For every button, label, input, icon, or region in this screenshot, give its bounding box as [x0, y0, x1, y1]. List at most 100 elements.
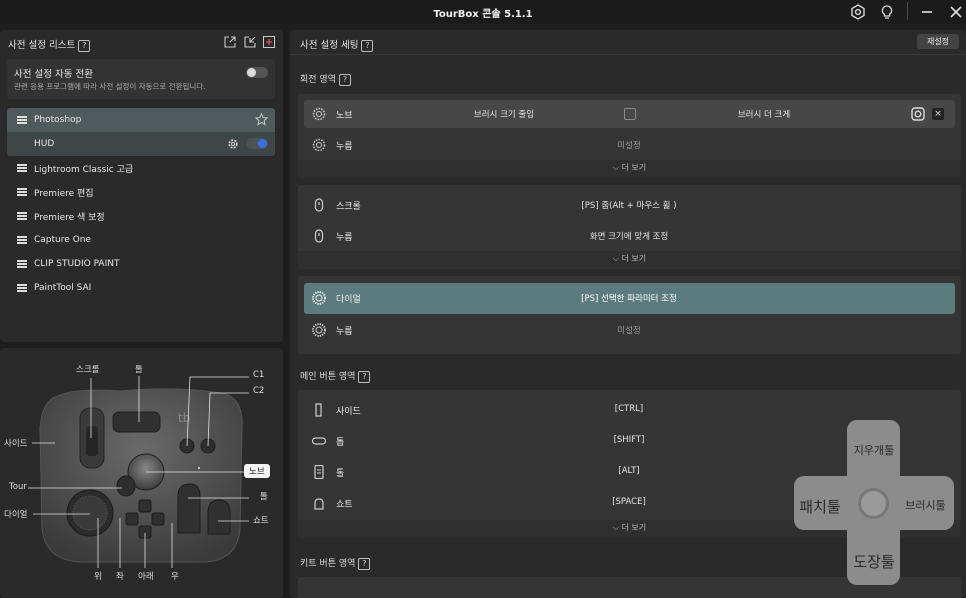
preset-item-clip-studio[interactable]: CLIP STUDIO PAINT [7, 252, 275, 276]
kit-buttons-section-title: 키트 버튼 영역? [300, 556, 371, 570]
preset-item-lightroom[interactable]: Lightroom Classic 고급 [7, 156, 275, 180]
reset-button[interactable]: 재설정 [917, 34, 959, 49]
help-icon[interactable]: ? [358, 557, 371, 570]
label-knob: 노브 [244, 464, 270, 478]
dial-group: 다이얼 [PS] 선택한 파라미터 조정 누름 미설정 [298, 276, 961, 354]
preset-label: Premiere 편집 [34, 188, 94, 199]
link-icon[interactable] [624, 108, 636, 120]
preset-list-panel: 사전 설정 리스트? 사전 설정 자동 전환 관련 응용 프로그램에 따라 사전… [0, 30, 283, 342]
main-buttons-section-title: 메인 버튼 영역? [300, 369, 371, 383]
help-icon[interactable]: ? [358, 370, 371, 383]
hud-toggle[interactable] [246, 138, 268, 149]
settings-icon[interactable] [848, 2, 868, 22]
row-label: 쇼트 [336, 500, 353, 510]
label-dial: 다이얼 [4, 510, 28, 520]
menu-icon [17, 212, 27, 220]
preset-label: HUD [34, 139, 55, 149]
preset-item-painttool-sai[interactable]: PaintTool SAI [7, 276, 275, 300]
gear-icon[interactable] [227, 138, 239, 153]
knob-left-action[interactable]: 브러시 크기 줄임 [434, 108, 574, 120]
close-icon[interactable] [946, 2, 966, 22]
menu-icon [17, 260, 27, 268]
dpad-right-label[interactable]: 브러시툴 [897, 497, 954, 513]
preset-item-hud[interactable]: HUD [7, 132, 275, 156]
dial-icon [312, 323, 326, 337]
preset-label: CLIP STUDIO PAINT [34, 259, 120, 269]
preset-list: Photoshop HUD Lightroom Classic 고급 Premi… [7, 108, 275, 300]
row-value[interactable]: [SHIFT] [569, 435, 689, 445]
preset-list-header: 사전 설정 리스트? [8, 37, 91, 52]
row-value[interactable]: [PS] 줌(Alt + 마우스 휠 ) [529, 199, 729, 211]
dial-press-row[interactable]: 누름 미설정 [304, 316, 955, 344]
preset-item-premiere-color[interactable]: Premiere 색 보정 [7, 204, 275, 228]
row-value[interactable]: [SPACE] [569, 497, 689, 507]
preset-label: Premiere 색 보정 [34, 212, 105, 223]
label-down: 아래 [138, 572, 154, 582]
dial-icon [312, 291, 326, 305]
auto-switch-title: 사전 설정 자동 전환 [14, 69, 93, 80]
help-icon[interactable]: ? [361, 39, 374, 52]
dpad-down-label[interactable]: 도장툴 [842, 551, 906, 572]
side-button-icon [312, 403, 326, 417]
row-label: 사이드 [336, 407, 361, 417]
tall-button-icon [312, 464, 326, 480]
preset-item-premiere-edit[interactable]: Premiere 편집 [7, 180, 275, 204]
help-icon[interactable]: ? [78, 39, 91, 52]
dial-row[interactable]: 다이얼 [PS] 선택한 파라미터 조정 [304, 283, 955, 314]
row-value[interactable]: [CTRL] [569, 404, 689, 414]
top-button-icon [311, 434, 327, 448]
label-tour: Tour [9, 482, 27, 492]
scroll-wheel-icon [312, 229, 326, 243]
auto-switch-subtitle: 관련 응용 프로그램에 따라 사전 설정이 자동으로 전환됩니다. [14, 82, 206, 91]
dpad-up-label[interactable]: 지우개툴 [844, 442, 904, 458]
preset-item-photoshop[interactable]: Photoshop [7, 108, 275, 132]
knob-icon [312, 138, 326, 152]
label-side: 사이드 [4, 439, 28, 449]
app-title: TourBox 콘솔 5.1.1 [433, 9, 533, 20]
knob-right-action[interactable]: 브러시 더 크게 [694, 108, 834, 120]
instagram-icon[interactable] [911, 107, 925, 124]
title-bar: TourBox 콘솔 5.1.1 [0, 0, 966, 24]
label-short: 쇼트 [253, 516, 269, 526]
device-diagram-panel: tb 스크롤 톨 C1 C2 사이드 노브 Tour 다이얼 톨 쇼트 위 좌 … [0, 348, 283, 598]
row-label: 톱 [336, 438, 345, 448]
menu-icon [17, 164, 27, 172]
auto-switch-toggle[interactable] [246, 67, 268, 78]
lightbulb-icon[interactable] [877, 2, 897, 22]
label-up: 위 [94, 572, 102, 582]
knob-press-row[interactable]: 누름 미설정 [304, 131, 955, 159]
tourbox-device-illustration: tb [28, 376, 249, 568]
knob-row[interactable]: 노브 브러시 크기 줄임 브러시 더 크게 × [304, 100, 955, 128]
row-value[interactable]: [ALT] [569, 466, 689, 476]
scroll-press-row[interactable]: 누름 화면 크기에 맞게 조정 [304, 222, 955, 250]
delete-icon[interactable]: × [932, 108, 944, 120]
knob-icon [312, 107, 326, 121]
add-preset-icon[interactable] [263, 36, 275, 48]
dpad-center-button[interactable] [858, 488, 889, 519]
export-icon[interactable] [224, 36, 236, 48]
more-button[interactable]: ⌵ 더 보기 [298, 251, 961, 269]
knob-group: 노브 브러시 크기 줄임 브러시 더 크게 × 누름 미설정 ⌵ 더 보기 [298, 94, 961, 178]
row-value[interactable]: 화면 크기에 맞게 조정 [529, 230, 729, 242]
preset-settings-header: 사전 설정 세팅? [300, 37, 374, 52]
label-c1: C1 [253, 370, 265, 380]
import-icon[interactable] [244, 36, 256, 48]
preset-label: Photoshop [34, 115, 82, 125]
header-divider [290, 54, 966, 55]
menu-icon [17, 188, 27, 196]
label-tall: 톨 [135, 365, 143, 375]
preset-label: Lightroom Classic 고급 [34, 164, 134, 175]
short-button-icon [312, 496, 326, 510]
scroll-group: 스크롤 [PS] 줌(Alt + 마우스 휠 ) 누름 화면 크기에 맞게 조정… [298, 185, 961, 269]
row-label: 노브 [336, 111, 353, 121]
minimize-icon[interactable] [917, 2, 937, 22]
preset-item-capture-one[interactable]: Capture One [7, 228, 275, 252]
row-value: 미설정 [617, 141, 641, 151]
row-value[interactable]: [PS] 선택한 파라미터 조정 [529, 292, 729, 304]
more-button[interactable]: ⌵ 더 보기 [298, 160, 961, 178]
star-icon[interactable] [254, 112, 269, 129]
dpad-left-label[interactable]: 패치툴 [794, 496, 846, 517]
title-separator [907, 2, 908, 20]
help-icon[interactable]: ? [338, 73, 351, 86]
scroll-row[interactable]: 스크롤 [PS] 줌(Alt + 마우스 휠 ) [304, 191, 955, 219]
